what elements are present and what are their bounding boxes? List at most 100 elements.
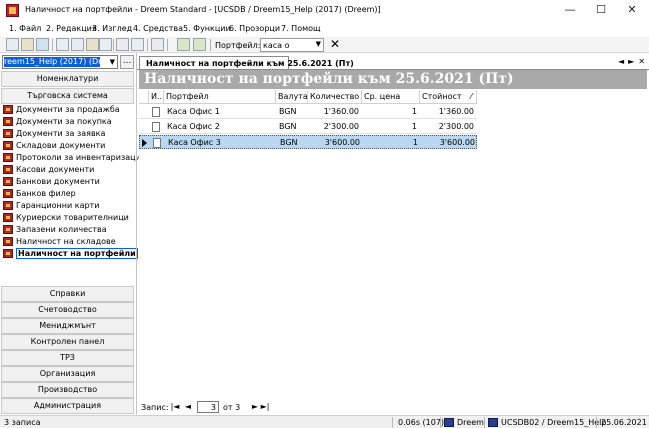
menu-functions[interactable]: 5. Функции [183, 24, 231, 33]
cell-quantity: 2'300.00 [323, 122, 359, 131]
first-record-button[interactable]: |◄ [170, 402, 180, 413]
copy-icon[interactable] [71, 38, 84, 51]
nav-nomenclatures-button[interactable]: Номенклатури [1, 71, 134, 87]
table-row[interactable]: Каса Офис 1 BGN 1'360.00 1 1'360.00 [139, 105, 477, 119]
document-folder-icon [3, 177, 13, 186]
close-window-button[interactable]: ✕ [616, 0, 648, 20]
list-item[interactable]: Запазени количества [2, 224, 134, 235]
prev-record-button[interactable]: ◄ [183, 402, 193, 413]
cell-quantity: 1'360.00 [323, 107, 359, 116]
sort-icon: ⁄ [470, 92, 472, 101]
print-icon[interactable] [116, 38, 129, 51]
column-header-icon[interactable]: И... [149, 90, 164, 104]
list-item[interactable]: Документи за покупка [2, 116, 134, 127]
cell-avg-price: 1 [411, 107, 417, 116]
record-total: от 3 [223, 403, 241, 412]
column-header-quantity[interactable]: Количество [308, 90, 362, 104]
toolbar-separator [210, 39, 211, 51]
tab-controls: ◄ ► ✕ [618, 57, 648, 69]
tab-next-icon[interactable]: ► [628, 57, 634, 66]
menu-help[interactable]: 7. Помощ [281, 24, 321, 33]
open-folder-icon[interactable] [21, 38, 34, 51]
list-item[interactable]: Документи за продажба [2, 104, 134, 115]
list-item[interactable]: Документи за заявка [2, 128, 134, 139]
cell-value: 2'300.00 [438, 122, 474, 131]
nav-accounting-button[interactable]: Счетоводство [1, 302, 134, 318]
document-folder-icon [3, 153, 13, 162]
table-row[interactable]: Каса Офис 2 BGN 2'300.00 1 2'300.00 [139, 120, 477, 134]
portfolio-filter-combo[interactable]: каса о ▼ [260, 38, 324, 52]
nav-trade-system-button[interactable]: Търговска система [1, 88, 134, 104]
menu-file[interactable]: 1. Файл [9, 24, 41, 33]
record-label: Запис: [141, 403, 169, 412]
save-icon[interactable] [36, 38, 49, 51]
document-folder-icon [3, 141, 13, 150]
status-user: Dreem [457, 418, 484, 427]
list-item-active[interactable]: Наличност на портфейли [2, 248, 138, 259]
nav-reports-button[interactable]: Справки [1, 286, 134, 302]
column-header-value-label: Стойност [422, 92, 462, 101]
app-logo-icon [6, 4, 19, 17]
portfolio-grid: И... Портфейл Валута Количество Ср. цена… [139, 90, 647, 398]
maximize-button[interactable]: ☐ [585, 0, 617, 20]
document-icon [152, 122, 160, 132]
new-document-icon[interactable] [6, 38, 19, 51]
nav-payroll-button[interactable]: ТРЗ [1, 350, 134, 366]
nav-organization-button[interactable]: Организация [1, 366, 134, 382]
menu-windows[interactable]: 6. Прозорци [229, 24, 280, 33]
nav-administration-button[interactable]: Администрация [1, 398, 134, 414]
column-header-indicator [139, 90, 149, 104]
pane-divider[interactable] [136, 53, 137, 414]
menu-edit[interactable]: 2. Редакция [46, 24, 97, 33]
refresh-icon[interactable] [177, 38, 190, 51]
tab-portfolio-availability[interactable]: Наличност на портфейли към 25.6.2021 (Пт… [139, 56, 354, 70]
cell-portfolio: Каса Офис 3 [168, 138, 221, 147]
database-value: reem15_Help (2017) (Dreem) [4, 57, 100, 67]
menu-tools[interactable]: 4. Средства [133, 24, 183, 33]
nav-control-panel-button[interactable]: Контролен панел [1, 334, 134, 350]
column-header-avg-price[interactable]: Ср. цена [362, 90, 420, 104]
print-preview-icon[interactable] [131, 38, 144, 51]
document-folder-icon [3, 165, 13, 174]
toolbar-separator [147, 39, 148, 51]
record-number-input[interactable]: 3 [197, 401, 219, 413]
status-record-count: 3 записа [4, 418, 41, 427]
column-header-value[interactable]: Стойност ⁄ [420, 90, 477, 104]
filter-icon[interactable] [151, 38, 164, 51]
column-header-currency[interactable]: Валута [276, 90, 308, 104]
cut-icon[interactable] [56, 38, 69, 51]
cell-quantity: 3'600.00 [324, 138, 360, 147]
next-record-button[interactable]: ► [250, 402, 260, 413]
clear-filter-button[interactable]: ✕ [327, 37, 343, 52]
list-item[interactable]: Протоколи за инвентаризация [2, 152, 146, 163]
tab-prev-icon[interactable]: ◄ [618, 57, 624, 66]
list-item[interactable]: Банков филер [2, 188, 134, 199]
eraser-icon[interactable] [99, 38, 112, 51]
menu-bar: 1. Файл 2. Редакция 3. Изглед 4. Средств… [0, 21, 649, 37]
nav-management-button[interactable]: Мениджмънт [1, 318, 134, 334]
database-more-button[interactable]: ... [120, 55, 134, 69]
list-item[interactable]: Наличност на складове [2, 236, 134, 247]
table-row-selected[interactable]: Каса Офис 3 BGN 3'600.00 1 3'600.00 [139, 135, 477, 149]
paste-icon[interactable] [86, 38, 99, 51]
database-combo[interactable]: reem15_Help (2017) (Dreem) ▼ [2, 55, 118, 69]
cell-portfolio: Каса Офис 2 [167, 122, 220, 131]
status-timing: 0.06s (107) [398, 418, 445, 427]
record-navigator: Запис: |◄ ◄ 3 от 3 ► ►| [139, 400, 279, 414]
last-record-button[interactable]: ►| [260, 402, 270, 413]
list-item[interactable]: Гаранционни карти [2, 200, 134, 211]
nav-production-button[interactable]: Производство [1, 382, 134, 398]
list-item[interactable]: Касови документи [2, 164, 134, 175]
list-item[interactable]: Складови документи [2, 140, 134, 151]
help-icon[interactable] [193, 38, 206, 51]
cell-avg-price: 1 [412, 138, 418, 147]
minimize-button[interactable]: — [554, 0, 586, 20]
column-header-portfolio[interactable]: Портфейл [164, 90, 276, 104]
window-title: Наличност на портфейли - Dreem Standard … [25, 5, 381, 14]
menu-view[interactable]: 3. Изглед [92, 24, 132, 33]
list-item[interactable]: Банкови документи [2, 176, 134, 187]
list-item[interactable]: Куриерски товарителници [2, 212, 134, 223]
tab-close-icon[interactable]: ✕ [638, 57, 645, 66]
document-folder-icon [3, 249, 13, 258]
cell-currency: BGN [279, 107, 297, 116]
